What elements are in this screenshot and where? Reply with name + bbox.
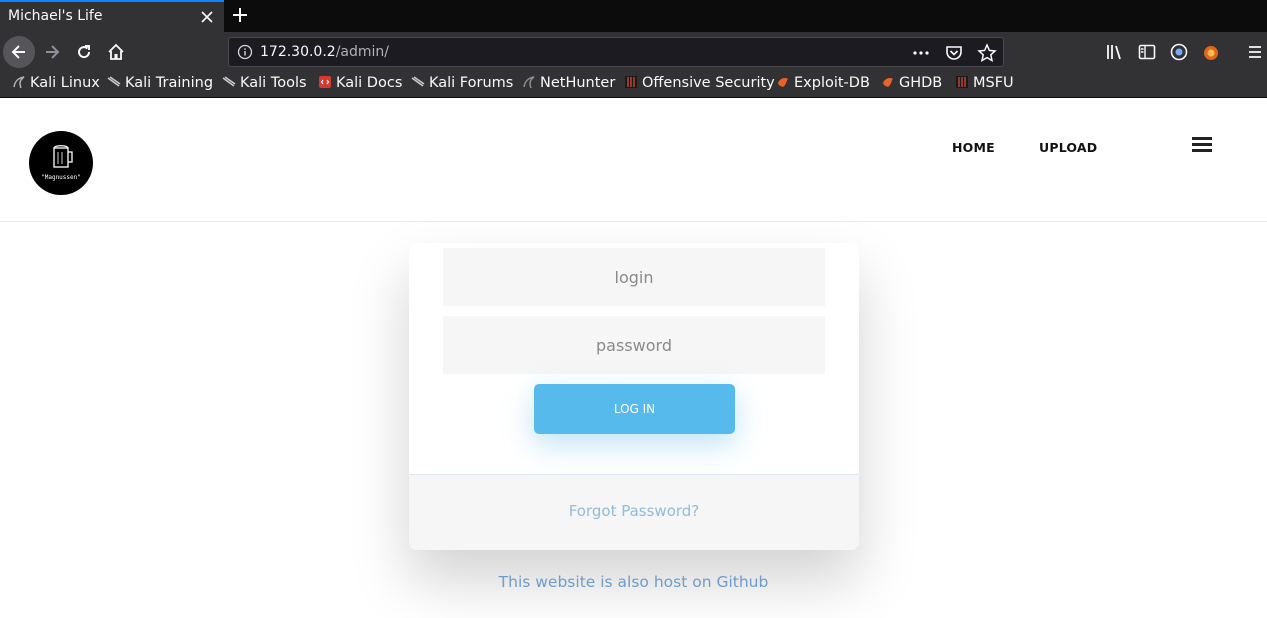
logo-text: "Magnussen" (41, 174, 81, 181)
url-actions (903, 43, 997, 63)
close-tab-icon[interactable] (196, 6, 218, 28)
menu-icon[interactable] (1245, 42, 1265, 62)
page-actions-icon[interactable] (911, 43, 931, 63)
web-page: "Magnussen" HOME UPLOAD LOG IN Forgot Pa… (0, 98, 1267, 618)
nav-upload-link[interactable]: UPLOAD (1039, 140, 1097, 155)
browser-tab[interactable]: Michael's Life (0, 0, 224, 32)
kali-docs-icon (318, 75, 332, 89)
github-notice[interactable]: This website is also host on Github (0, 573, 1267, 591)
site-header: "Magnussen" HOME UPLOAD (0, 98, 1267, 222)
bookmark-label: NetHunter (540, 75, 616, 91)
kali-dragon-icon (411, 75, 425, 89)
kali-dragon-icon (12, 75, 26, 89)
bookmark-label: Kali Training (125, 75, 214, 91)
beer-mug-icon (53, 145, 73, 168)
offsec-icon (955, 75, 969, 89)
bookmark-exploit-db[interactable]: Exploit-DB (776, 75, 870, 95)
bookmark-kali-forums[interactable]: Kali Forums (411, 75, 513, 95)
back-arrow-icon (11, 45, 25, 59)
bookmark-star-icon[interactable] (977, 43, 997, 63)
login-card: LOG IN Forgot Password? (409, 243, 859, 550)
address-bar[interactable]: 172.30.0.2/admin/ (228, 37, 1004, 67)
back-button[interactable] (3, 36, 35, 68)
password-input[interactable] (443, 316, 825, 374)
browser-tab-strip: Michael's Life (0, 0, 1267, 32)
tab-title: Michael's Life (8, 8, 103, 24)
bookmark-label: Offensive Security (642, 75, 775, 91)
offsec-icon (624, 75, 638, 89)
kali-dragon-icon (107, 75, 121, 89)
url-path: /admin/ (335, 44, 390, 60)
bookmark-label: Kali Linux (30, 75, 100, 91)
bookmark-label: GHDB (899, 75, 943, 91)
bookmark-label: Kali Tools (240, 75, 307, 91)
browser-toolbar: 172.30.0.2/admin/ (0, 32, 1267, 72)
sidebar-icon[interactable] (1137, 42, 1157, 62)
bookmark-label: MSFU (973, 75, 1014, 91)
exploit-db-icon (776, 75, 790, 89)
home-button[interactable] (100, 36, 132, 68)
nethunter-icon (522, 75, 536, 89)
library-icon[interactable] (1105, 42, 1125, 62)
extension-icon[interactable] (1201, 42, 1221, 62)
bookmark-kali-training[interactable]: Kali Training (107, 75, 213, 95)
account-icon[interactable] (1169, 42, 1189, 62)
forward-arrow-icon (46, 45, 60, 59)
url-text[interactable]: 172.30.0.2/admin/ (260, 44, 389, 60)
exploit-db-icon (881, 75, 895, 89)
hamburger-menu-icon[interactable] (1192, 137, 1212, 153)
new-tab-icon[interactable] (228, 3, 252, 27)
url-host: 172.30.0.2 (260, 44, 336, 60)
login-input[interactable] (443, 248, 825, 306)
nav-home-link[interactable]: HOME (952, 140, 995, 155)
reload-icon (78, 45, 91, 59)
site-info-icon[interactable] (237, 44, 253, 60)
bookmark-kali-tools[interactable]: Kali Tools (222, 75, 307, 95)
reload-button[interactable] (68, 36, 100, 68)
bookmark-msfu[interactable]: MSFU (955, 75, 1014, 95)
bookmarks-toolbar: Kali Linux Kali Training Kali Tools Kali… (0, 72, 1267, 98)
bookmark-ghdb[interactable]: GHDB (881, 75, 942, 95)
bookmark-offensive-security[interactable]: Offensive Security (624, 75, 775, 95)
bookmark-label: Kali Docs (336, 75, 403, 91)
login-card-footer: Forgot Password? (409, 474, 859, 550)
bookmark-kali-linux[interactable]: Kali Linux (12, 75, 100, 95)
bookmark-kali-docs[interactable]: Kali Docs (318, 75, 402, 95)
login-button[interactable]: LOG IN (534, 384, 735, 434)
bookmark-nethunter[interactable]: NetHunter (522, 75, 615, 95)
bookmark-label: Exploit-DB (794, 75, 870, 91)
kali-dragon-icon (222, 75, 236, 89)
forgot-password-link[interactable]: Forgot Password? (409, 502, 859, 520)
home-icon (108, 43, 124, 60)
pocket-icon[interactable] (944, 43, 964, 63)
bookmark-label: Kali Forums (429, 75, 514, 91)
site-logo[interactable]: "Magnussen" (29, 131, 93, 195)
forward-button[interactable] (36, 36, 68, 68)
